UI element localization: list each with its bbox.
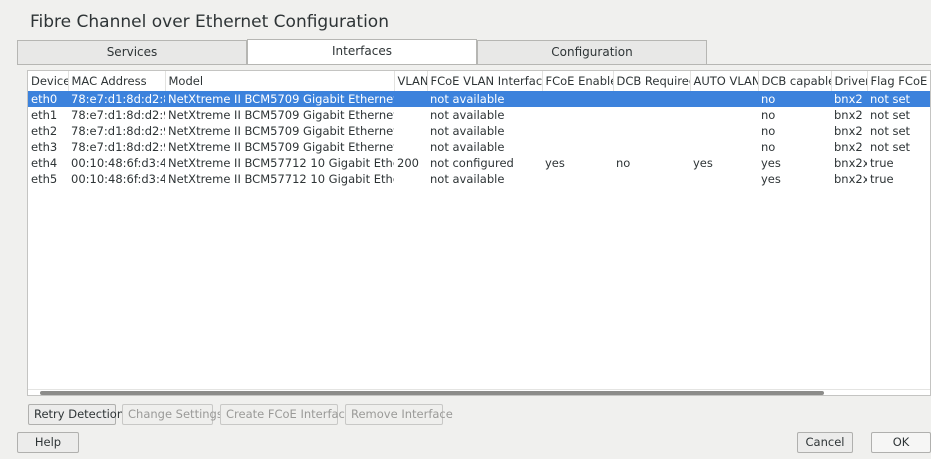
- cell-mac-address: 00:10:48:6f:d3:48: [71, 156, 165, 170]
- tab-interfaces[interactable]: Interfaces: [247, 39, 477, 65]
- column-header-auto-vlan[interactable]: AUTO VLAN: [690, 71, 759, 91]
- column-header-model[interactable]: Model: [165, 71, 395, 91]
- cell-mac-address: 78:e7:d1:8d:d2:90: [71, 108, 165, 122]
- cell-fcoe-enable: yes: [545, 156, 565, 170]
- cell-dcb-required: [613, 139, 690, 155]
- cell-vlan: [394, 107, 427, 123]
- table-row[interactable]: eth2 78:e7:d1:8d:d2:92 NetXtreme II BCM5…: [28, 123, 930, 139]
- table-row[interactable]: eth3 78:e7:d1:8d:d2:94 NetXtreme II BCM5…: [28, 139, 930, 155]
- cell-device: eth1: [31, 108, 58, 122]
- tab-configuration[interactable]: Configuration: [477, 40, 707, 64]
- cell-flag-fcoe: true: [870, 172, 894, 186]
- cell-flag-fcoe: not set: [870, 124, 911, 138]
- cell-fcoe-enable: [542, 139, 613, 155]
- cell-model: NetXtreme II BCM57712 10 Gigabit Etherne…: [168, 172, 394, 186]
- table-row[interactable]: eth1 78:e7:d1:8d:d2:90 NetXtreme II BCM5…: [28, 107, 930, 123]
- cell-model: NetXtreme II BCM5709 Gigabit Ethernet: [168, 108, 394, 122]
- cell-device: eth0: [28, 91, 68, 107]
- column-header-dcb-capable[interactable]: DCB capable: [758, 71, 832, 91]
- table-row[interactable]: eth0 78:e7:d1:8d:d2:8e NetXtreme II BCM5…: [28, 91, 930, 107]
- cell-auto-vlan: [690, 91, 758, 107]
- cell-fcoe-enable: [542, 91, 613, 107]
- cell-vlan: [394, 171, 427, 187]
- cell-fcoe-enable: [542, 171, 613, 187]
- table-row[interactable]: eth4 00:10:48:6f:d3:48 NetXtreme II BCM5…: [28, 155, 930, 171]
- tab-services[interactable]: Services: [17, 40, 247, 64]
- remove-interface-button[interactable]: Remove Interface: [345, 404, 453, 425]
- cell-vlan: [394, 139, 427, 155]
- cell-driver: bnx2: [831, 91, 867, 107]
- cell-driver: bnx2: [834, 108, 863, 122]
- cell-flag-fcoe: true: [870, 156, 894, 170]
- cell-auto-vlan: [690, 139, 758, 155]
- cell-device: eth4: [31, 156, 58, 170]
- cell-dcb-capable: no: [758, 91, 831, 107]
- cell-fcoe-vlan-interface: not available: [427, 91, 542, 107]
- cell-device: eth2: [31, 124, 58, 138]
- column-header-fcoe-enable[interactable]: FCoE Enable: [542, 71, 614, 91]
- cell-mac-address: 78:e7:d1:8d:d2:8e: [68, 91, 165, 107]
- column-header-flag-fcoe[interactable]: Flag FCoE: [867, 71, 930, 91]
- cell-fcoe-vlan-interface: not configured: [430, 156, 514, 170]
- cell-dcb-required: [613, 91, 690, 107]
- cell-dcb-required: [613, 107, 690, 123]
- cell-device: eth5: [31, 172, 58, 186]
- cell-driver: bnx2x: [834, 172, 867, 186]
- interfaces-table[interactable]: Device MAC Address Model VLAN FCoE VLAN …: [27, 70, 931, 396]
- cell-flag-fcoe: not set: [870, 140, 911, 154]
- cell-fcoe-vlan-interface: not available: [430, 124, 505, 138]
- ok-button[interactable]: OK: [871, 432, 931, 453]
- cell-vlan: [394, 91, 427, 107]
- change-settings-button[interactable]: Change Settings: [122, 404, 223, 425]
- cell-auto-vlan: [690, 123, 758, 139]
- cell-fcoe-enable: [542, 107, 613, 123]
- cell-fcoe-vlan-interface: not available: [430, 108, 505, 122]
- cell-flag-fcoe: not set: [870, 108, 911, 122]
- cell-fcoe-enable: [542, 123, 613, 139]
- column-header-fcoe-vlan-interface[interactable]: FCoE VLAN Interface: [427, 71, 543, 91]
- cell-model: NetXtreme II BCM57712 10 Gigabit Etherne…: [168, 156, 394, 170]
- cell-dcb-capable: no: [761, 124, 776, 138]
- cell-vlan: [394, 123, 427, 139]
- cell-driver: bnx2: [834, 140, 863, 154]
- cell-model: NetXtreme II BCM5709 Gigabit Ethernet: [165, 91, 394, 107]
- cell-dcb-capable: no: [761, 140, 776, 154]
- column-header-driver[interactable]: Driver: [831, 71, 868, 91]
- column-header-device[interactable]: Device: [28, 71, 69, 91]
- create-fcoe-interface-button[interactable]: Create FCoE Interface: [220, 404, 352, 425]
- cell-mac-address: 78:e7:d1:8d:d2:92: [71, 124, 165, 138]
- table-header-row: Device MAC Address Model VLAN FCoE VLAN …: [28, 71, 930, 91]
- cell-model: NetXtreme II BCM5709 Gigabit Ethernet: [168, 124, 394, 138]
- cell-dcb-required: [613, 171, 690, 187]
- cell-device: eth3: [31, 140, 58, 154]
- column-header-vlan[interactable]: VLAN: [394, 71, 428, 91]
- cell-dcb-required: [613, 123, 690, 139]
- cancel-button[interactable]: Cancel: [797, 432, 853, 453]
- scrollbar-thumb[interactable]: [40, 391, 824, 395]
- cell-mac-address: 00:10:48:6f:d3:4a: [71, 172, 165, 186]
- column-header-mac-address[interactable]: MAC Address: [68, 71, 166, 91]
- help-button[interactable]: Help: [17, 432, 79, 453]
- cell-flag-fcoe: not set: [867, 91, 930, 107]
- cell-fcoe-vlan-interface: not available: [430, 172, 505, 186]
- cell-dcb-required: no: [616, 156, 631, 170]
- cell-mac-address: 78:e7:d1:8d:d2:94: [71, 140, 165, 154]
- cell-vlan: 200: [397, 156, 419, 170]
- cell-auto-vlan: [690, 107, 758, 123]
- cell-driver: bnx2: [834, 124, 863, 138]
- cell-driver: bnx2x: [834, 156, 867, 170]
- cell-dcb-capable: yes: [761, 156, 781, 170]
- cell-dcb-capable: yes: [761, 172, 781, 186]
- cell-model: NetXtreme II BCM5709 Gigabit Ethernet: [168, 140, 394, 154]
- cell-auto-vlan: [690, 171, 758, 187]
- horizontal-scrollbar[interactable]: [28, 389, 930, 395]
- cell-dcb-capable: no: [761, 108, 776, 122]
- cell-fcoe-vlan-interface: not available: [430, 140, 505, 154]
- column-header-dcb-required[interactable]: DCB Required: [613, 71, 691, 91]
- cell-auto-vlan: yes: [693, 156, 713, 170]
- dialog-title: Fibre Channel over Ethernet Configuratio…: [30, 12, 389, 32]
- retry-detection-button[interactable]: Retry Detection: [28, 404, 124, 425]
- table-row[interactable]: eth5 00:10:48:6f:d3:4a NetXtreme II BCM5…: [28, 171, 930, 187]
